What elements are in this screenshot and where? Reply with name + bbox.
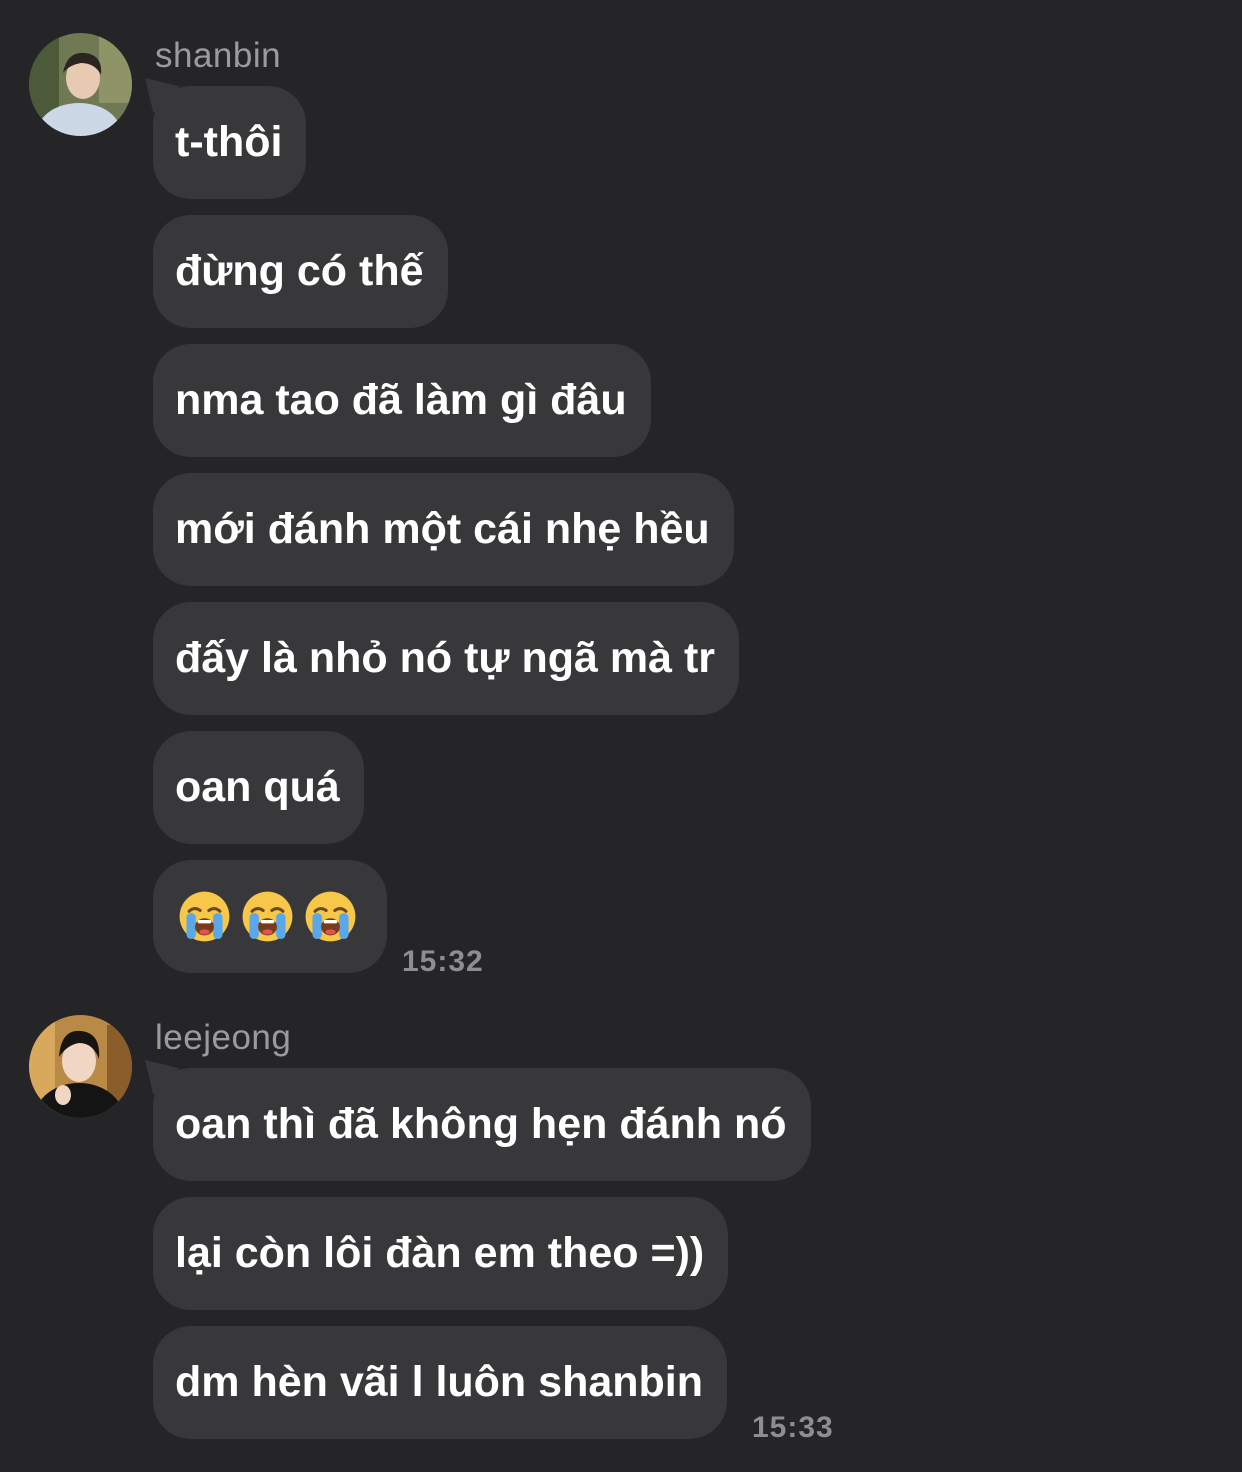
message-text: mới đánh một cái nhẹ hều [175, 505, 710, 553]
message-text: oan quá [175, 763, 340, 811]
message-timestamp: 15:32 [402, 945, 484, 978]
message-text: dm hèn vãi l luôn shanbin [175, 1358, 703, 1406]
message-bubble[interactable]: đừng có thế [153, 215, 448, 328]
message-bubble[interactable]: lại còn lôi đàn em theo =)) [153, 1197, 729, 1310]
avatar-shanbin[interactable] [29, 33, 132, 136]
message-timestamp: 15:33 [752, 1411, 834, 1444]
sender-name: shanbin [155, 36, 282, 75]
loudly-crying-face-icon [242, 891, 293, 942]
message-text: đấy là nhỏ nó tự ngã mà tr [175, 634, 716, 682]
message-text: lại còn lôi đàn em theo =)) [175, 1229, 705, 1277]
message-bubble[interactable]: oan thì đã không hẹn đánh nó [153, 1068, 811, 1181]
sender-name: leejeong [155, 1018, 292, 1057]
message-bubble[interactable]: đấy là nhỏ nó tự ngã mà tr [153, 602, 740, 715]
message-text: t-thôi [175, 118, 283, 166]
avatar-leejeong[interactable] [29, 1015, 132, 1118]
message-bubble[interactable]: nma tao đã làm gì đâu [153, 344, 651, 457]
message-bubble[interactable]: mới đánh một cái nhẹ hều [153, 473, 734, 586]
loudly-crying-face-icon [305, 891, 356, 942]
message-bubble[interactable]: t-thôi [153, 86, 307, 199]
message-text: đừng có thế [175, 247, 424, 295]
loudly-crying-face-icon [179, 891, 230, 942]
message-bubble[interactable]: oan quá [153, 731, 364, 844]
message-text: oan thì đã không hẹn đánh nó [175, 1100, 787, 1148]
message-text: nma tao đã làm gì đâu [175, 376, 627, 424]
emoji-message-bubble[interactable] [153, 860, 387, 973]
message-bubble[interactable]: dm hèn vãi l luôn shanbin [153, 1326, 727, 1439]
